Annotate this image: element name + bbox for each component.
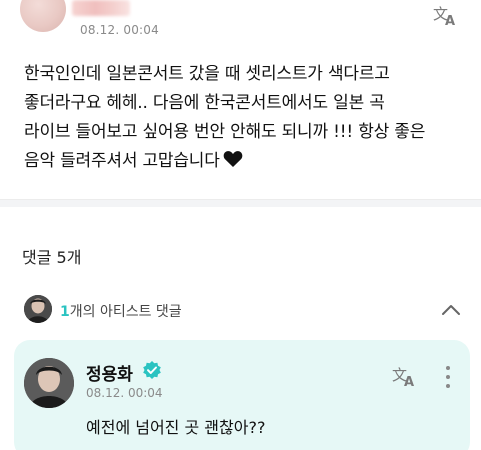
chevron-up-icon[interactable] [440, 300, 462, 320]
post-author-avatar[interactable] [20, 0, 66, 32]
translate-icon[interactable]: 文 A [391, 364, 419, 388]
comments-count: 댓글 5개 [22, 248, 82, 267]
fan-post: 08.12. 00:04 文 A 한국인인데 일본콘서트 갔을 때 셋리스트가 … [0, 0, 481, 198]
post-body-line: 음악 들려주셔서 고맙습니다 [24, 151, 220, 171]
artist-reply-count: 1 [60, 304, 70, 320]
artist-small-avatar [24, 295, 52, 323]
artist-reply-label: 1개의 아티스트 댓글 [60, 301, 182, 321]
post-body-line: 좋더라구요 헤헤.. 다음에 한국콘서트에서도 일본 곡 [24, 93, 385, 113]
artist-name[interactable]: 정용화 [86, 360, 133, 385]
comment-screen: 08.12. 00:04 文 A 한국인인데 일본콘서트 갔을 때 셋리스트가 … [0, 0, 481, 450]
post-date: 08.12. 00:04 [80, 23, 159, 37]
post-body-line: 라이브 들어보고 싶어용 번안 안해도 되니까 !!! 항상 좋은 [24, 122, 426, 142]
artist-comment-card: 정용화 08.12. 00:04 文 A 예전에 넘어진 곳 괜찮아?? [14, 340, 470, 450]
svg-text:A: A [404, 375, 414, 388]
post-body-line: 한국인인데 일본콘서트 갔을 때 셋리스트가 색다르고 [24, 64, 390, 84]
artist-comment-date: 08.12. 00:04 [86, 386, 163, 400]
post-body: 한국인인데 일본콘서트 갔을 때 셋리스트가 색다르고 좋더라구요 헤헤.. 다… [24, 60, 464, 178]
verified-badge-icon [142, 360, 162, 380]
more-vertical-icon[interactable] [442, 364, 454, 390]
svg-text:A: A [445, 14, 455, 27]
artist-comment-text: 예전에 넘어진 곳 괜찮아?? [86, 418, 266, 437]
post-author-name-blurred [72, 0, 130, 16]
post-body-last-line: 음악 들려주셔서 고맙습니다 [24, 147, 464, 178]
artist-avatar[interactable] [24, 358, 74, 408]
artist-reply-text: 개의 아티스트 댓글 [69, 304, 182, 320]
section-divider [0, 199, 481, 207]
translate-icon[interactable]: 文 A [432, 3, 460, 27]
black-heart-icon [223, 149, 243, 178]
artist-reply-toggle[interactable]: 1개의 아티스트 댓글 [0, 290, 481, 330]
